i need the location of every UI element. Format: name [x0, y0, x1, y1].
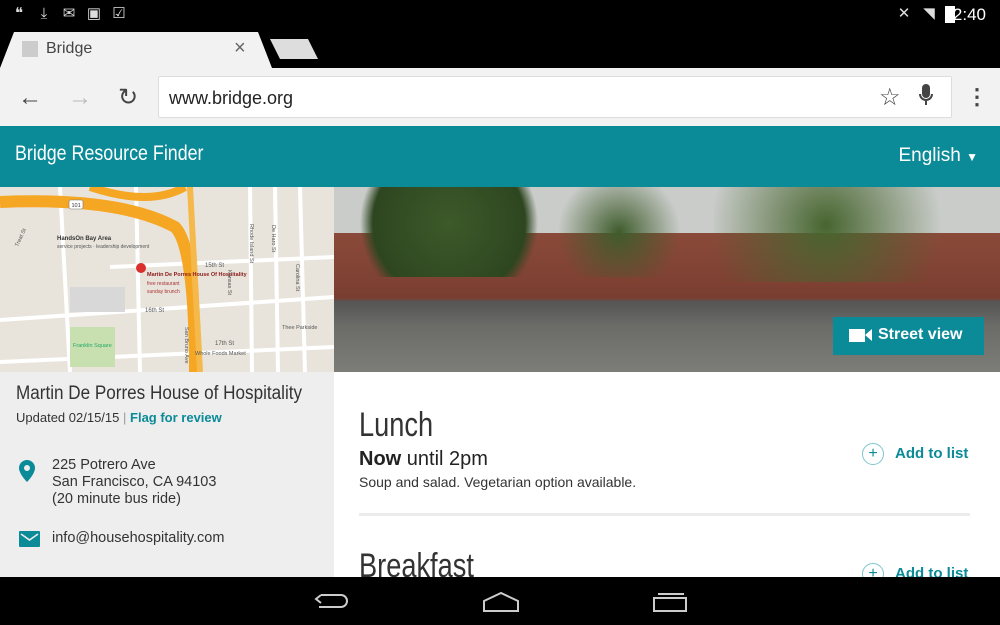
- forward-icon[interactable]: →: [68, 84, 92, 112]
- street-view-label: Street view: [878, 326, 963, 343]
- wifi-icon: ◥: [923, 5, 935, 22]
- map-label: 16th St: [145, 308, 164, 314]
- tree: [334, 187, 564, 277]
- map-label: Treat St: [14, 227, 28, 248]
- map-label: Franklin Square: [73, 343, 112, 349]
- browser-tab[interactable]: [0, 32, 272, 68]
- map-label: 17th St: [215, 341, 234, 347]
- hangouts-icon: ❝: [14, 5, 24, 22]
- highway-shield-label: 101: [72, 203, 81, 209]
- updated-line: Updated 02/15/15 | Flag for review: [16, 410, 222, 425]
- tab-title: Bridge: [46, 40, 93, 57]
- gmail-icon: ✉: [62, 5, 76, 22]
- email-icon: [19, 531, 40, 547]
- download-icon: ⤓: [40, 5, 48, 22]
- favicon-icon: [22, 41, 38, 57]
- home-nav-icon[interactable]: [482, 591, 520, 613]
- clock: 2:40: [952, 5, 986, 24]
- plus-circle-icon: +: [862, 443, 884, 465]
- map-label: Rhode Island St: [248, 224, 254, 264]
- back-nav-icon[interactable]: [313, 591, 349, 611]
- location-pin-icon: [19, 460, 35, 482]
- address-line1[interactable]: 225 Potrero Ave: [52, 457, 156, 474]
- map-label: Thee Parkside: [282, 325, 317, 331]
- bookmark-star-icon[interactable]: ☆: [879, 83, 901, 112]
- recents-nav-icon[interactable]: [652, 591, 688, 613]
- meal-title: Lunch: [359, 406, 434, 444]
- meal-hours: Now until 2pm: [359, 448, 488, 471]
- place-name: Martin De Porres House of Hospitality: [16, 383, 303, 404]
- map-label: free restaurant: [147, 281, 180, 287]
- meal-status: Now: [359, 448, 402, 470]
- map-label: De Haro St: [270, 225, 276, 253]
- map-label: Kansas St: [226, 270, 232, 296]
- map-label: sunday brunch: [147, 289, 180, 295]
- address-line2[interactable]: San Francisco, CA 94103: [52, 474, 216, 491]
- updated-date: Updated 02/15/15: [16, 410, 120, 425]
- transit-time: (20 minute bus ride): [52, 491, 181, 507]
- map-pin-icon: [136, 263, 146, 273]
- url-bar[interactable]: www.bridge.org ☆: [158, 76, 952, 118]
- photo-icon: ▣: [86, 5, 102, 22]
- add-to-list-label: Add to list: [895, 445, 969, 462]
- map-label: HandsOn Bay Area: [57, 236, 112, 242]
- video-camera-icon: [849, 329, 865, 342]
- reload-icon[interactable]: ↻: [118, 83, 138, 112]
- map-graphic: HandsOn Bay Area service projects · lead…: [0, 187, 334, 372]
- tree: [544, 187, 694, 277]
- meal-description: Soup and salad. Vegetarian option availa…: [359, 474, 637, 490]
- tree: [714, 187, 994, 282]
- status-bar: ❝ ⤓ ✉ ▣ ☑ ✕ ◥ 2:40: [0, 0, 1000, 30]
- app-title[interactable]: Bridge Resource Finder: [15, 142, 204, 166]
- meal-hours-text: until 2pm: [406, 448, 488, 470]
- language-label: English: [898, 145, 961, 166]
- map-label: 15th St: [205, 263, 224, 269]
- divider: [359, 513, 970, 516]
- android-nav-bar: [0, 577, 1000, 625]
- back-icon[interactable]: ←: [18, 84, 42, 112]
- map-label: Whole Foods Market: [195, 351, 246, 357]
- map[interactable]: HandsOn Bay Area service projects · lead…: [0, 187, 334, 372]
- url-text[interactable]: www.bridge.org: [169, 88, 293, 109]
- mute-icon: ✕: [897, 5, 911, 22]
- meals-list: Lunch Now until 2pm Soup and salad. Vege…: [334, 372, 1000, 585]
- map-label: San Bruno Ave: [183, 327, 189, 364]
- caret-down-icon: ▼: [966, 150, 978, 164]
- language-select[interactable]: English ▼: [899, 145, 979, 167]
- separator: |: [123, 410, 127, 425]
- microphone-icon[interactable]: [919, 83, 933, 107]
- map-label: Carolina St: [294, 264, 300, 292]
- email-link[interactable]: info@househospitality.com: [52, 530, 224, 547]
- overflow-menu-icon[interactable]: ⋮: [966, 84, 988, 110]
- clipboard-check-icon: ☑: [112, 5, 126, 22]
- close-tab-icon[interactable]: ×: [234, 37, 246, 60]
- flag-for-review-link[interactable]: Flag for review: [130, 410, 222, 425]
- street-view-button[interactable]: Street view: [833, 317, 984, 355]
- map-label: service projects · leadership developmen…: [57, 244, 150, 250]
